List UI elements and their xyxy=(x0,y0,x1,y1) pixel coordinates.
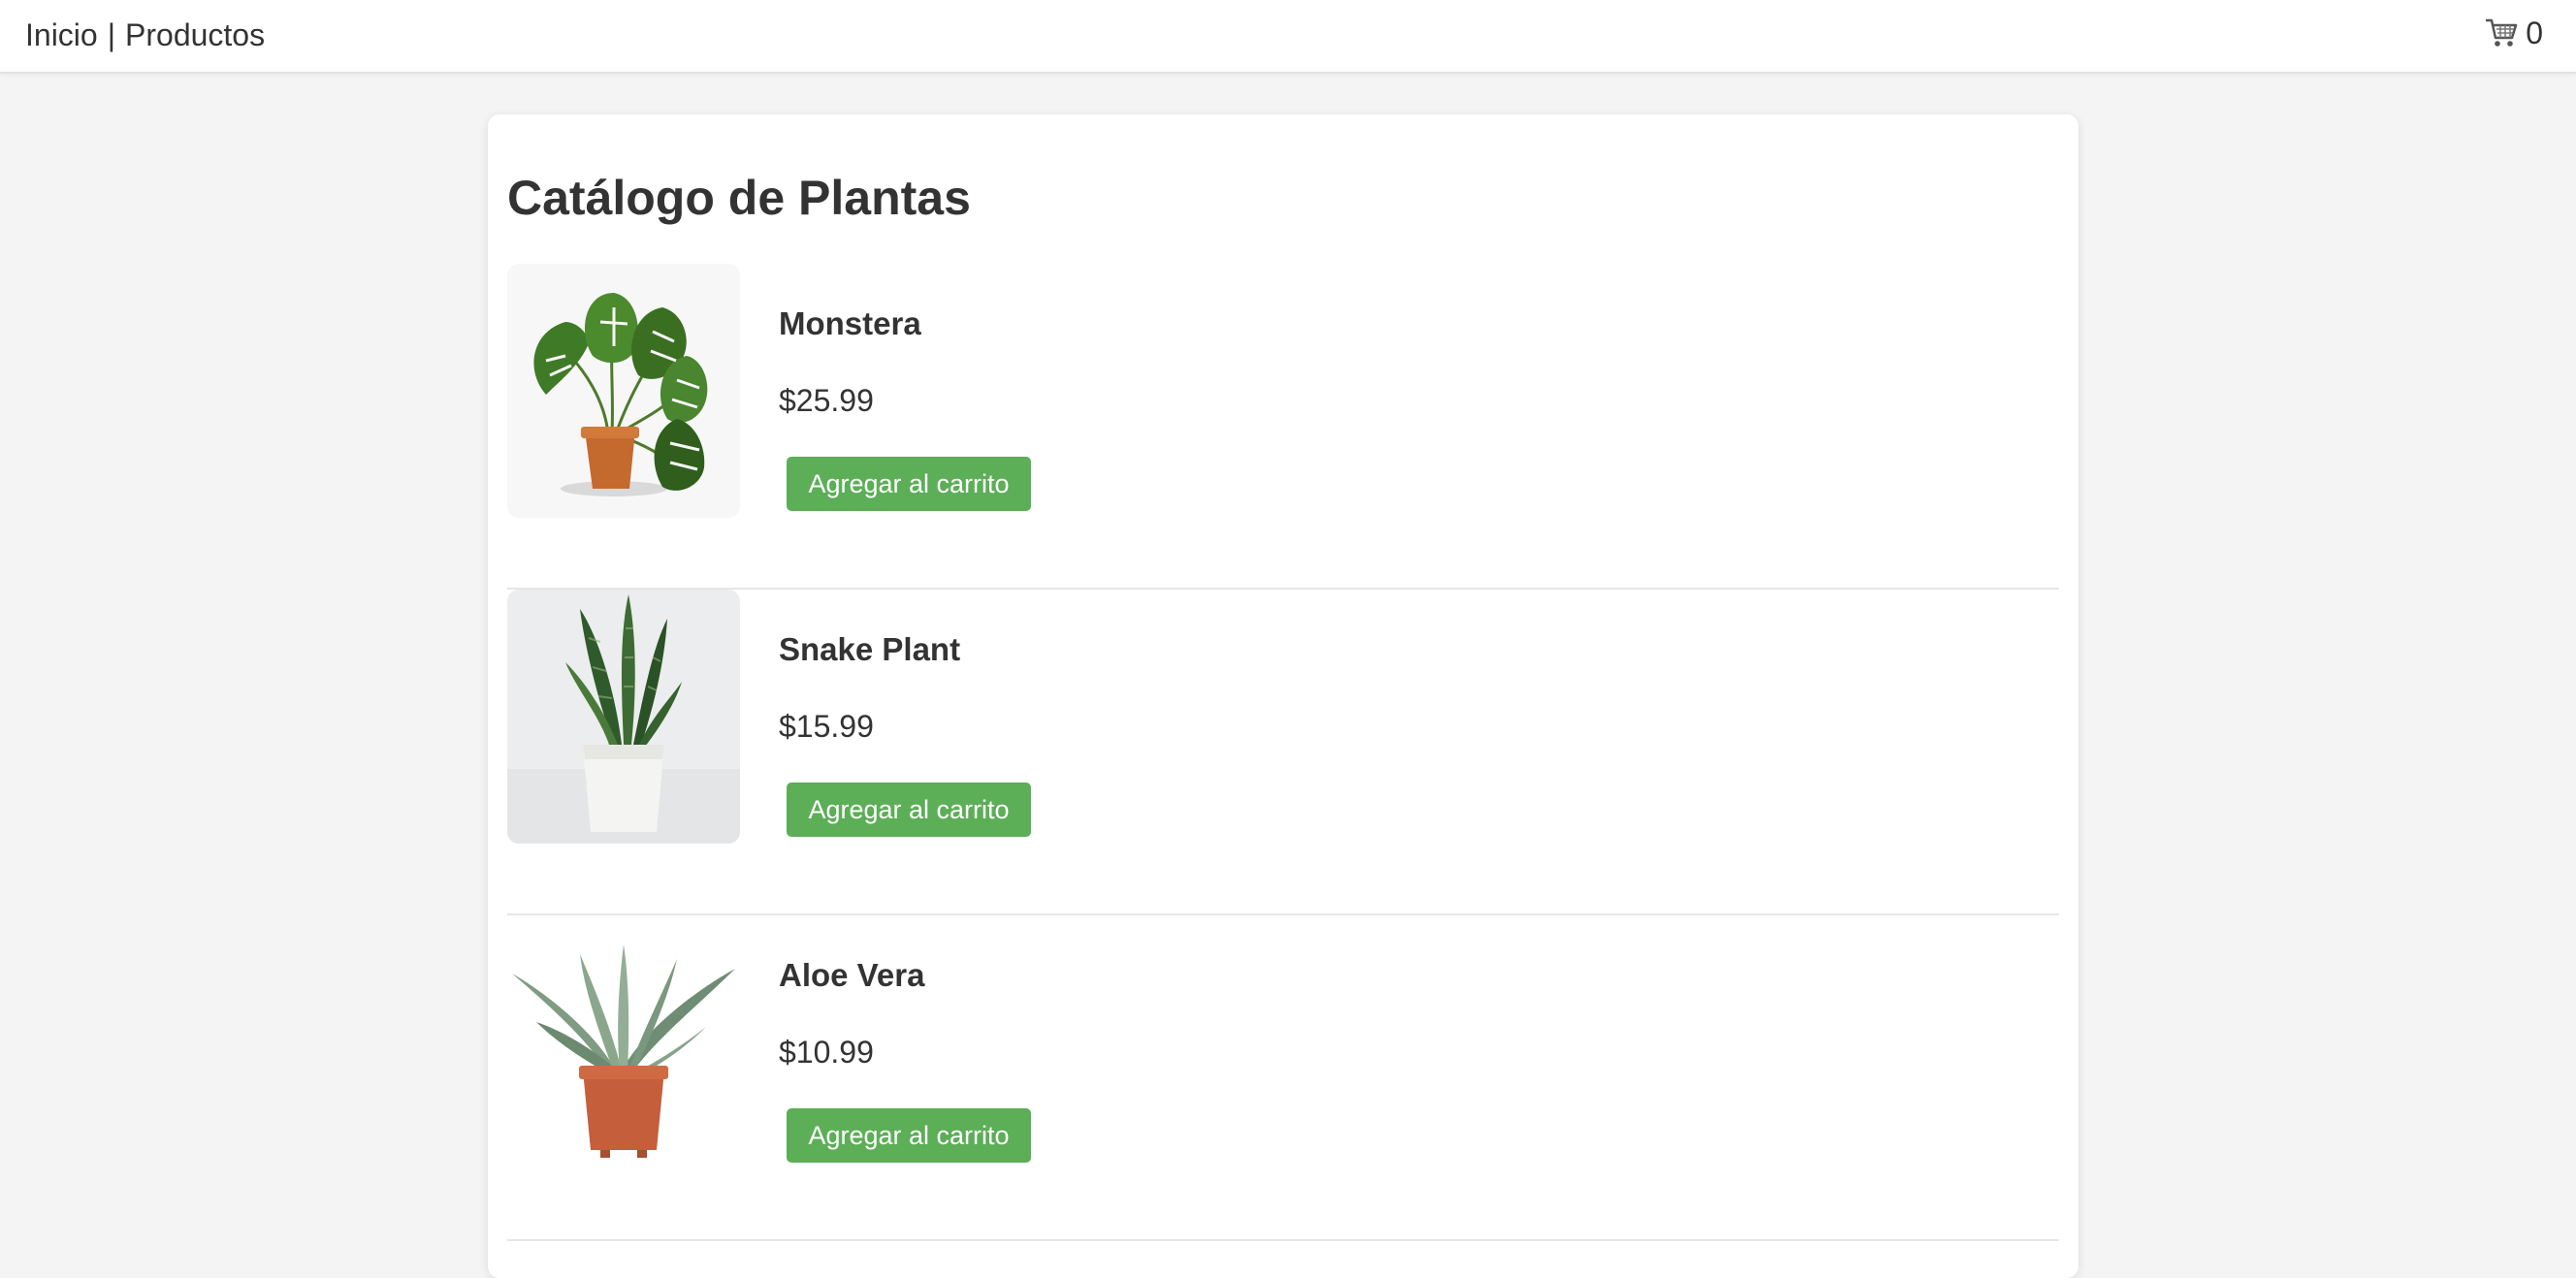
top-navigation-bar: Inicio | Productos 0 xyxy=(0,0,2576,74)
breadcrumb: Inicio | Productos xyxy=(25,16,265,53)
product-name: Snake Plant xyxy=(779,631,961,667)
page-title: Catálogo de Plantas xyxy=(507,171,971,225)
product-card-snake-plant: Snake Plant $15.99 Agregar al carrito xyxy=(507,590,2059,915)
product-name: Monstera xyxy=(779,305,921,341)
product-card-monstera: Monstera $25.99 Agregar al carrito xyxy=(507,264,2059,590)
product-price: $15.99 xyxy=(779,709,874,744)
add-to-cart-button[interactable]: Agregar al carrito xyxy=(787,783,1031,837)
cart-count: 0 xyxy=(2526,16,2543,50)
cart-icon xyxy=(2485,17,2518,48)
product-price: $10.99 xyxy=(779,1035,874,1070)
add-to-cart-button[interactable]: Agregar al carrito xyxy=(787,457,1031,511)
nav-separator: | xyxy=(107,17,116,52)
catalog-panel: Catálogo de Plantas Monstera $25.99 Agre… xyxy=(488,114,2078,1278)
cart-button[interactable]: 0 xyxy=(2485,15,2543,51)
nav-link-home[interactable]: Inicio xyxy=(25,17,98,52)
product-image-monstera xyxy=(507,264,740,518)
product-name: Aloe Vera xyxy=(779,957,925,993)
product-price: $25.99 xyxy=(779,383,874,418)
product-card-aloe-vera: Aloe Vera $10.99 Agregar al carrito xyxy=(507,915,2059,1241)
nav-link-products[interactable]: Productos xyxy=(125,17,265,52)
add-to-cart-button[interactable]: Agregar al carrito xyxy=(787,1108,1031,1163)
product-image-snake-plant xyxy=(507,590,740,844)
product-image-aloe-vera xyxy=(507,915,740,1169)
